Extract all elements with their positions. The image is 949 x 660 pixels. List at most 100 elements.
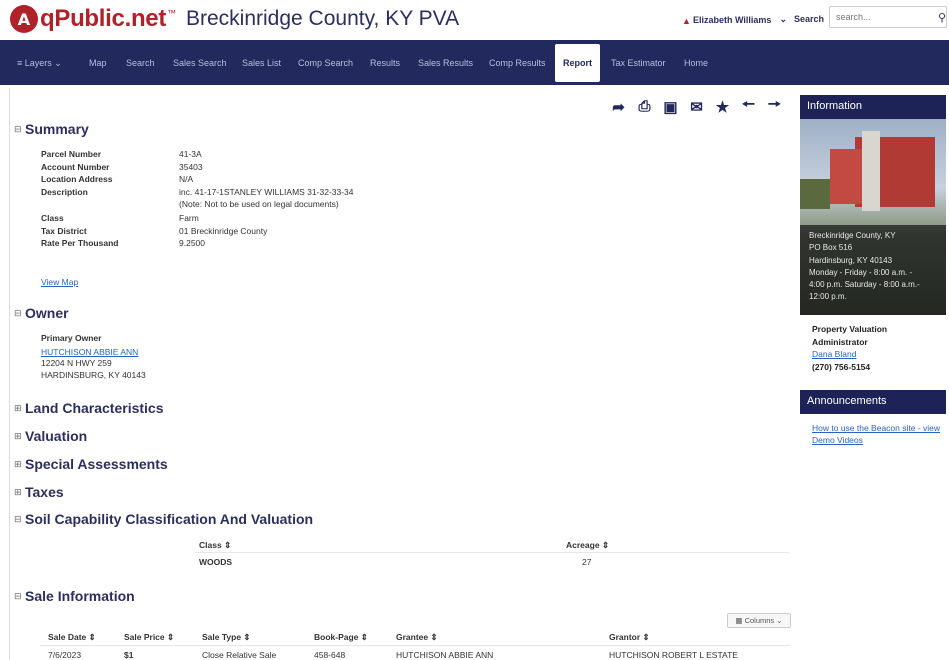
owner-address-line: HARDINSBURG, KY 40143	[41, 369, 146, 380]
main-nav: ≡ Layers ⌄ Map Search Sales Search Sales…	[0, 40, 949, 85]
grantee-cell: HUTCHISON ABBIE ANN	[396, 650, 494, 660]
collapse-icon: ⊟	[14, 513, 22, 524]
search-icon[interactable]: ⚲	[938, 11, 946, 24]
office-line: Breckinridge County, KY	[809, 231, 896, 240]
column-header-sale-type[interactable]: Sale Type ⇕	[202, 632, 251, 643]
section-title: Land Characteristics	[25, 400, 164, 416]
section-land-characteristics-header[interactable]: ⊞ Land Characteristics	[14, 400, 164, 416]
pva-phone: (270) 756-5154	[812, 361, 871, 372]
column-header-class[interactable]: Class ⇕	[199, 540, 231, 551]
expand-icon: ⊞	[14, 458, 22, 469]
pva-contact: Property Valuation Administrator Dana Bl…	[812, 323, 887, 373]
expand-icon: ⊞	[14, 402, 22, 413]
information-panel-header: Information	[800, 95, 946, 119]
nav-search[interactable]: Search	[126, 58, 155, 68]
search-label: Search	[794, 14, 825, 24]
logo-trademark: ™	[167, 8, 177, 18]
section-soil-header[interactable]: ⊟ Soil Capability Classification And Val…	[14, 511, 313, 527]
summary-label: Description	[41, 186, 88, 197]
summary-table: Parcel Number 41-3A Account Number 35403…	[41, 148, 441, 253]
nav-comp-search[interactable]: Comp Search	[298, 58, 353, 68]
table-divider	[40, 645, 790, 646]
pva-name-link[interactable]: Dana Bland	[812, 349, 856, 359]
logo-text: qPublic.net	[40, 5, 167, 32]
office-line: Monday - Friday - 8:00 a.m. -	[809, 267, 913, 277]
columns-icon: ▦	[735, 616, 745, 625]
section-title: Sale Information	[25, 588, 135, 604]
section-summary-header[interactable]: ⊟ Summary	[14, 121, 89, 137]
nav-layers[interactable]: ≡ Layers ⌄	[17, 58, 62, 69]
column-header-book-page[interactable]: Book-Page ⇕	[314, 632, 368, 643]
column-header-grantor[interactable]: Grantor ⇕	[609, 632, 650, 643]
summary-label: Location Address	[41, 174, 113, 184]
section-special-assessments-header[interactable]: ⊞ Special Assessments	[14, 456, 168, 472]
nav-sales-search[interactable]: Sales Search	[173, 58, 227, 68]
nav-results[interactable]: Results	[370, 58, 400, 68]
section-taxes-header[interactable]: ⊞ Taxes	[14, 484, 64, 500]
summary-value: 01 Breckinridge County	[179, 225, 268, 236]
nav-report[interactable]: Report	[555, 44, 600, 82]
pva-title: Administrator	[812, 336, 868, 347]
print-icon[interactable]: ⎙	[636, 98, 653, 115]
share-icon[interactable]: ➦	[610, 98, 627, 116]
page-title: Breckinridge County, KY PVA	[186, 7, 460, 30]
summary-label: Tax District	[41, 225, 87, 236]
office-info-overlay: Breckinridge County, KY PO Box 516 Hardi…	[800, 225, 946, 315]
summary-label: Class	[41, 213, 64, 223]
nav-sales-list[interactable]: Sales List	[242, 58, 281, 68]
summary-value: 9.2500	[179, 238, 205, 248]
announcement-link[interactable]: How to use the Beacon site - view Demo V…	[812, 422, 948, 446]
user-menu[interactable]: ▲ Elizabeth Williams ⌄	[682, 14, 787, 26]
sale-price-cell: $1	[124, 650, 134, 660]
nav-sales-results[interactable]: Sales Results	[418, 58, 473, 68]
legal-note: (Note: Not to be used on legal documents…	[179, 199, 339, 209]
sale-date-cell: 7/6/2023	[48, 650, 82, 660]
layers-icon: ≡	[17, 58, 25, 68]
owner-name-link[interactable]: HUTCHISON ABBIE ANN	[41, 347, 138, 357]
columns-button[interactable]: ▦ Columns ⌄	[727, 613, 791, 628]
column-header-grantee[interactable]: Grantee ⇕	[396, 632, 438, 643]
arrow-left-icon[interactable]: 🠔	[740, 96, 757, 115]
nav-comp-results[interactable]: Comp Results	[489, 58, 546, 68]
view-map-link[interactable]: View Map	[41, 277, 78, 287]
collapse-icon: ⊟	[14, 123, 22, 134]
section-owner-header[interactable]: ⊟ Owner	[14, 305, 69, 321]
star-icon[interactable]: ★	[714, 98, 731, 116]
summary-value: Farm	[179, 213, 199, 223]
nav-home[interactable]: Home	[684, 58, 708, 68]
arrow-right-icon[interactable]: 🠖	[766, 96, 783, 115]
qpublic-logo[interactable]: A qPublic.net ™	[10, 5, 176, 33]
top-header: A qPublic.net ™ Breckinridge County, KY …	[0, 0, 949, 40]
column-header-sale-date[interactable]: Sale Date ⇕	[48, 632, 96, 643]
owner-block: Primary Owner HUTCHISON ABBIE ANN 12204 …	[41, 333, 146, 381]
summary-value: inc. 41-17-1STANLEY WILLIAMS 31-32-33-34	[179, 186, 354, 197]
office-line: 12:00 p.m.	[809, 292, 847, 302]
chevron-down-icon: ⌄	[54, 58, 62, 68]
courthouse-photo: Breckinridge County, KY PO Box 516 Hardi…	[800, 119, 946, 315]
section-sale-information-header[interactable]: ⊟ Sale Information	[14, 588, 135, 604]
search-input[interactable]	[829, 6, 947, 28]
section-title: Summary	[25, 121, 89, 137]
collapse-icon: ⊟	[14, 307, 22, 318]
section-valuation-header[interactable]: ⊞ Valuation	[14, 428, 87, 444]
content-divider	[9, 88, 10, 660]
column-header-sale-price[interactable]: Sale Price ⇕	[124, 632, 174, 643]
pva-title: Property Valuation	[812, 324, 888, 334]
column-header-acreage[interactable]: Acreage ⇕	[566, 540, 609, 551]
user-icon: ▲	[682, 15, 691, 26]
report-toolbar: ➦ ⎙ ▣ ✉ ★ 🠔 🠖	[610, 96, 783, 116]
sort-icon: ⇕	[601, 540, 610, 550]
sale-type-cell: Close Relative Sale	[202, 650, 277, 660]
announcements-panel-header: Announcements	[800, 390, 946, 414]
grantor-cell: HUTCHISON ROBERT L ESTATE	[609, 650, 738, 660]
email-icon[interactable]: ✉	[688, 98, 705, 116]
owner-address-line: 12204 N HWY 259	[41, 358, 112, 368]
table-divider	[195, 552, 789, 553]
section-title: Owner	[25, 305, 69, 321]
soil-class-cell: WOODS	[199, 557, 233, 567]
nav-tax-estimator[interactable]: Tax Estimator	[611, 58, 666, 68]
section-title: Taxes	[25, 484, 64, 500]
image-icon[interactable]: ▣	[662, 98, 679, 116]
collapse-icon: ⊟	[14, 590, 22, 601]
nav-map[interactable]: Map	[89, 58, 107, 68]
